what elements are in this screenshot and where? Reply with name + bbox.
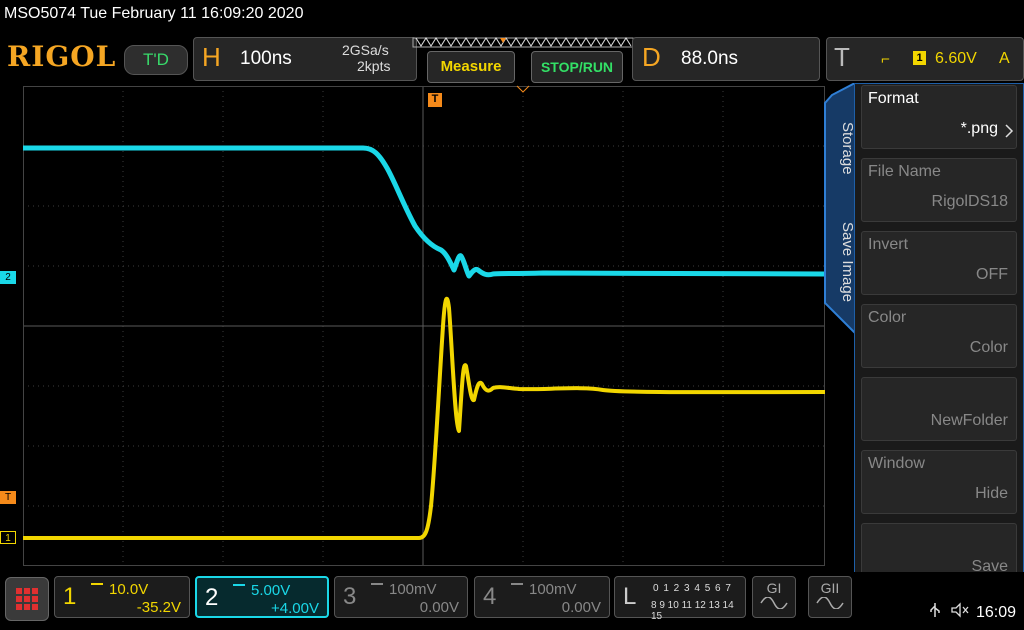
channel-number: 1 <box>63 583 77 610</box>
bottom-channel-bar: 1 10.0V -35.2V 2 5.00V +4.00V 3 100mV 0.… <box>0 572 1024 630</box>
channel-scale: 100mV <box>529 581 577 598</box>
delay-value: 88.0ns <box>681 48 739 69</box>
memory-depth: 2kpts <box>357 58 391 74</box>
horizontal-timebase-box[interactable]: H 100ns 2GSa/s 2kpts <box>193 37 417 81</box>
sine-wave-icon <box>816 596 844 610</box>
channel-offset: -35.2V <box>136 599 181 616</box>
rising-edge-icon: ⌐ <box>881 51 890 68</box>
menu-item-value: *.png <box>960 120 998 137</box>
stop-run-button[interactable]: STOP/RUN <box>531 51 623 83</box>
title-text: MSO5074 Tue February 11 16:09:20 2020 <box>4 5 304 22</box>
side-menu-panel: Format *.png File Name RigolDS18 Invert … <box>854 83 1024 593</box>
clock-time: 16:09 <box>976 604 1017 621</box>
trigger-source: 1 <box>913 51 926 65</box>
trigger-level: 6.60V <box>935 50 977 67</box>
channel-offset: +4.00V <box>271 600 319 617</box>
channel-offset: 0.00V <box>419 599 459 616</box>
menu-tab-save-image[interactable]: Save Image <box>826 215 856 310</box>
la-label: L <box>623 583 637 610</box>
top-control-bar: RIGOL T'D H 100ns 2GSa/s 2kpts Measure S… <box>0 33 1024 85</box>
menu-item-value: RigolDS18 <box>931 193 1008 210</box>
menu-item-format[interactable]: Format *.png <box>861 85 1017 149</box>
channel-1-box[interactable]: 1 10.0V -35.2V <box>54 576 190 618</box>
channel-number: 3 <box>343 583 357 610</box>
menu-item-label: Format <box>868 90 919 107</box>
menu-item-label: Invert <box>868 236 909 253</box>
trigger-label: T <box>834 42 850 72</box>
dc-coupling-icon <box>371 583 383 591</box>
menu-item-file-name[interactable]: File Name RigolDS18 <box>861 158 1017 222</box>
generator-2-label: GII <box>820 580 840 596</box>
trigger-mode: A <box>999 50 1010 67</box>
generator-1-label: GI <box>766 580 782 596</box>
trigger-position-marker[interactable]: T <box>428 93 442 107</box>
menu-item-label: File Name <box>868 163 941 180</box>
trigger-level-marker[interactable]: T <box>0 491 16 504</box>
menu-item-value: Hide <box>975 485 1008 502</box>
logic-analyzer-box[interactable]: L 0 1 2 3 4 5 6 7 8 9 10 11 12 13 14 15 <box>614 576 746 622</box>
trigger-box[interactable]: T ⌐ 1 6.60V A <box>826 37 1024 81</box>
menu-item-label: Color <box>868 309 907 326</box>
menu-item-label: Window <box>868 455 925 472</box>
horizontal-label: H <box>202 42 221 72</box>
channel-scale: 10.0V <box>109 581 149 598</box>
channel-number: 4 <box>483 583 497 610</box>
channel-2-marker[interactable]: 2 <box>0 271 16 284</box>
channel-offset: 0.00V <box>561 599 601 616</box>
channel-4-box[interactable]: 4 100mV 0.00V <box>474 576 610 618</box>
timebase-value: 100ns <box>240 48 292 69</box>
channel-number: 2 <box>205 584 219 611</box>
dc-coupling-icon <box>511 583 523 591</box>
channel-1-marker[interactable]: 1 <box>0 531 16 544</box>
dc-coupling-icon <box>233 584 245 592</box>
trigger-status: T'D <box>124 45 188 75</box>
menu-item-window[interactable]: Window Hide <box>861 450 1017 514</box>
generator-1-button[interactable]: GI <box>752 576 796 618</box>
channel-scale: 100mV <box>389 581 437 598</box>
channel-3-box[interactable]: 3 100mV 0.00V <box>334 576 468 618</box>
menu-tab-storage[interactable]: Storage <box>826 118 856 178</box>
menu-item-invert[interactable]: Invert OFF <box>861 231 1017 295</box>
menu-item-value: Color <box>969 339 1008 356</box>
usb-icon <box>930 603 940 617</box>
channel-1-trace <box>23 296 825 540</box>
waveform-memory-indicator <box>412 37 634 48</box>
grid-menu-icon <box>16 588 38 610</box>
menu-item-value: NewFolder <box>930 412 1008 429</box>
rigol-logo: RIGOL <box>7 40 117 73</box>
waveform-display[interactable] <box>23 86 825 566</box>
menu-item-color[interactable]: Color Color <box>861 304 1017 368</box>
menu-item-value: OFF <box>976 266 1008 283</box>
center-position-icon <box>516 85 530 93</box>
generator-2-button[interactable]: GII <box>808 576 852 618</box>
chevron-right-icon <box>1005 124 1014 138</box>
la-channels-row-2: 8 9 10 11 12 13 14 15 <box>651 600 734 622</box>
measure-button[interactable]: Measure <box>427 51 515 83</box>
menu-item-new-folder[interactable]: NewFolder <box>861 377 1017 441</box>
delay-label: D <box>642 42 661 72</box>
title-bar: MSO5074 Tue February 11 16:09:20 2020 <box>0 0 1024 30</box>
channel-2-box[interactable]: 2 5.00V +4.00V <box>195 576 329 618</box>
sine-wave-icon <box>760 596 788 610</box>
trigger-position-icon <box>500 38 506 43</box>
dc-coupling-icon <box>91 583 103 591</box>
channel-2-trace <box>23 145 825 279</box>
la-channels-row-1: 0 1 2 3 4 5 6 7 <box>653 583 732 594</box>
main-menu-button[interactable] <box>5 577 49 621</box>
delay-box[interactable]: D 88.0ns <box>632 37 820 81</box>
sample-rate: 2GSa/s <box>342 42 389 58</box>
sound-muted-icon[interactable] <box>950 602 970 618</box>
channel-scale: 5.00V <box>251 582 291 599</box>
